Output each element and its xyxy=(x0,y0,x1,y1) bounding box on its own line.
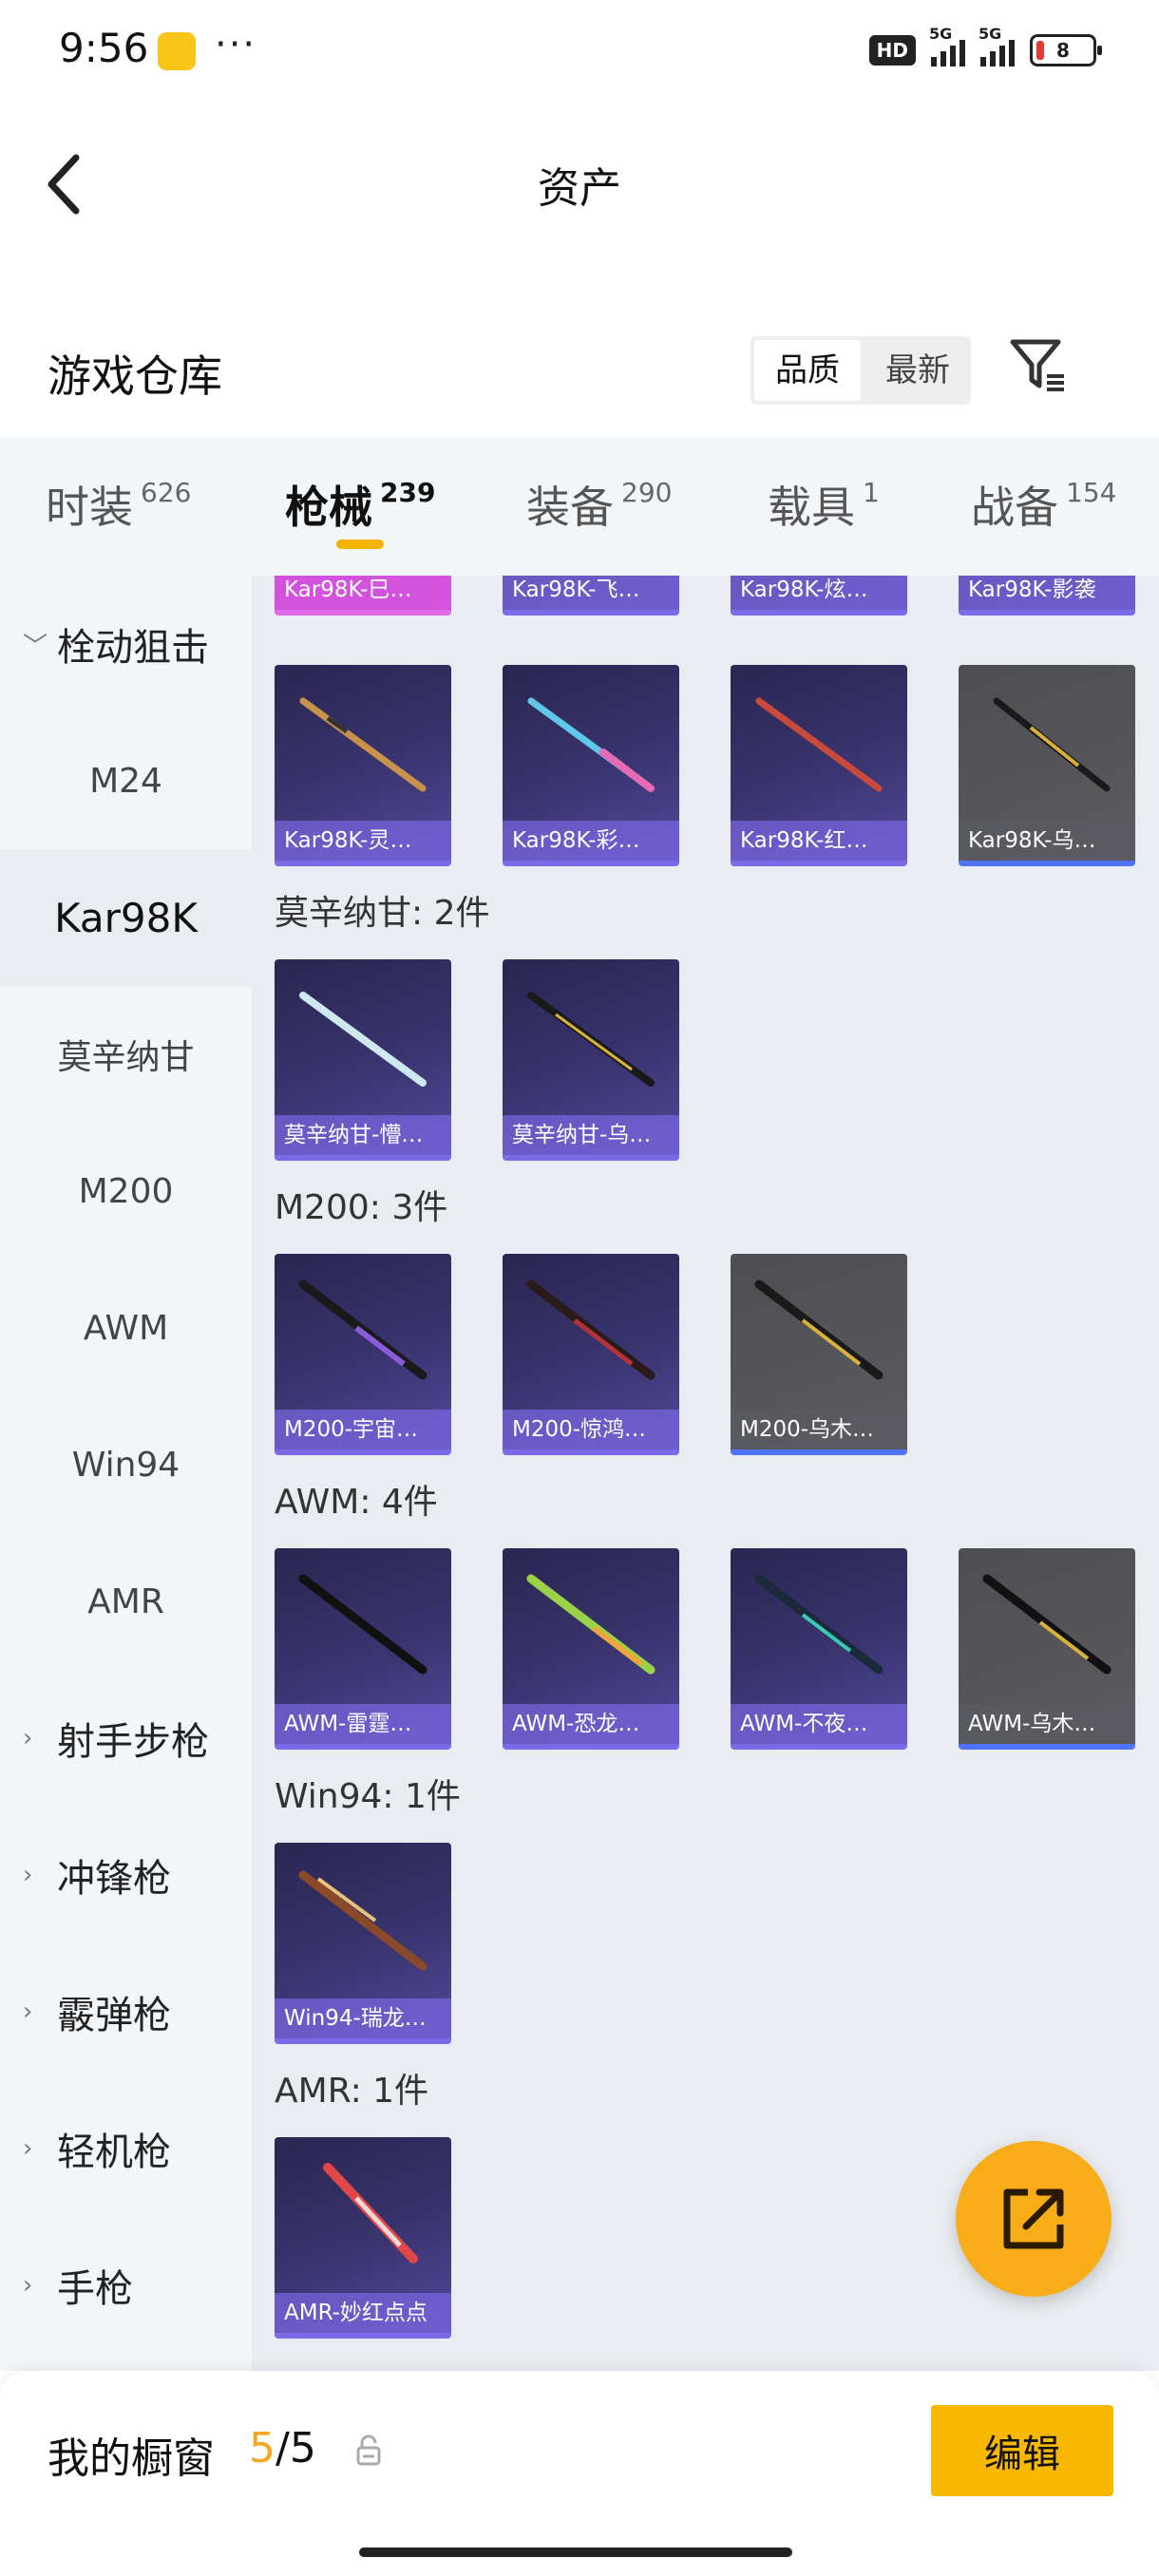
rifle-icon xyxy=(299,992,427,1087)
signal-icon: 5G xyxy=(929,25,965,66)
weapon-grid: Kar98K-巳… Kar98K-飞… Kar98K-炫… Kar98K-影袭 … xyxy=(252,576,1159,2371)
chevron-right-icon: › xyxy=(23,1724,33,1752)
tab-supplies[interactable]: 战备 154 xyxy=(971,473,1116,536)
sidebar-item-amr[interactable]: AMR xyxy=(0,1533,252,1670)
sniper-icon xyxy=(526,1279,656,1380)
sidebar-item-m24[interactable]: M24 xyxy=(0,712,252,849)
page-title: 资产 xyxy=(538,164,621,213)
sort-toggle: 品质 最新 xyxy=(750,336,971,405)
sort-quality-button[interactable]: 品质 xyxy=(754,340,861,401)
weapon-card[interactable]: AMR-妙红点点 xyxy=(275,2137,451,2339)
app-notification-icon xyxy=(158,32,196,70)
group-label-m200: M200: 3件 xyxy=(275,1188,448,1227)
weapon-card[interactable]: Kar98K-飞… xyxy=(503,576,679,616)
sidebar-group-pistol[interactable]: › 手枪 xyxy=(0,2217,252,2354)
nav-bar: 资产 xyxy=(0,104,1159,247)
tab-equipment[interactable]: 装备 290 xyxy=(526,473,672,536)
weapon-card[interactable]: Win94-瑞龙… xyxy=(275,1843,451,2044)
warehouse-title: 游戏仓库 xyxy=(48,350,222,402)
weapon-card[interactable]: Kar98K-乌… xyxy=(959,665,1135,866)
weapon-card[interactable]: Kar98K-巳… xyxy=(275,576,451,616)
weapon-card[interactable]: 莫辛纳甘-乌… xyxy=(503,959,679,1161)
chevron-right-icon: › xyxy=(23,2271,33,2300)
weapon-card[interactable]: M200-惊鸿… xyxy=(503,1254,679,1455)
battery-icon: 8 xyxy=(1030,34,1102,66)
rifle-icon xyxy=(299,697,427,792)
weapon-card[interactable]: Kar98K-灵… xyxy=(275,665,451,866)
sidebar-item-m200[interactable]: M200 xyxy=(0,1123,252,1260)
edit-button[interactable]: 编辑 xyxy=(931,2405,1113,2496)
chevron-right-icon: › xyxy=(23,1998,33,2026)
weapon-card[interactable]: M200-乌木… xyxy=(731,1254,907,1455)
weapon-card[interactable]: Kar98K-红… xyxy=(731,665,907,866)
sniper-icon xyxy=(298,1279,428,1380)
sidebar-group-smg[interactable]: › 冲锋枪 xyxy=(0,1807,252,1943)
signal-icon-2: 5G xyxy=(978,25,1015,66)
rifle-icon xyxy=(298,1870,428,1971)
sidebar-group-marksman[interactable]: › 射手步枪 xyxy=(0,1670,252,1807)
rifle-icon xyxy=(527,992,655,1087)
weapon-card[interactable]: AWM-乌木… xyxy=(959,1548,1135,1750)
share-button[interactable] xyxy=(956,2141,1112,2297)
hd-icon: HD xyxy=(868,35,916,66)
sniper-icon xyxy=(754,1279,884,1380)
filter-icon xyxy=(1010,339,1064,391)
rifle-icon xyxy=(527,697,655,792)
lock-icon xyxy=(356,2434,381,2466)
group-label-awm: AWM: 4件 xyxy=(275,1483,438,1522)
weapon-card[interactable]: AWM-雷霆… xyxy=(275,1548,451,1750)
weapon-card[interactable]: 莫辛纳甘-懵… xyxy=(275,959,451,1161)
group-label-mosin: 莫辛纳甘: 2件 xyxy=(275,894,490,933)
group-label-amr: AMR: 1件 xyxy=(275,2072,429,2111)
rifle-icon xyxy=(755,697,883,792)
showcase-count: 5/5 xyxy=(249,2424,316,2472)
sidebar-group-bolt-action[interactable]: ﹀ 栓动狙击 xyxy=(0,576,252,712)
sniper-icon xyxy=(526,1574,656,1675)
weapon-card[interactable]: Kar98K-影袭 xyxy=(959,576,1135,616)
chevron-right-icon: › xyxy=(23,1861,33,1889)
showcase-bar: 我的橱窗 5/5 编辑 xyxy=(0,2371,1159,2576)
chevron-down-icon: ﹀ xyxy=(23,632,48,661)
category-tabs: 时装 626 枪械 239 装备 290 载具 1 战备 154 xyxy=(0,437,1159,576)
weapon-card[interactable]: Kar98K-炫… xyxy=(731,576,907,616)
sidebar-item-win94[interactable]: Win94 xyxy=(0,1396,252,1533)
sniper-icon xyxy=(754,1574,884,1675)
chevron-right-icon: › xyxy=(23,2134,33,2163)
warehouse-header: 游戏仓库 品质 最新 xyxy=(0,304,1159,437)
sidebar-group-lmg[interactable]: › 轻机枪 xyxy=(0,2080,252,2217)
rifle-icon xyxy=(993,697,1111,792)
tab-firearms[interactable]: 枪械 239 xyxy=(285,473,435,536)
more-notifications-icon: ··· xyxy=(215,23,257,66)
filter-button[interactable] xyxy=(1007,334,1068,395)
tab-fashion[interactable]: 时装 626 xyxy=(46,473,191,536)
status-bar: 9:56 ··· HD 5G 5G 8 xyxy=(0,0,1159,104)
weapon-card[interactable]: M200-宇宙… xyxy=(275,1254,451,1455)
active-tab-indicator xyxy=(336,540,384,549)
showcase-title: 我的橱窗 xyxy=(48,2434,215,2483)
status-time: 9:56 xyxy=(59,25,149,71)
home-indicator[interactable] xyxy=(359,2548,792,2557)
sniper-icon xyxy=(982,1574,1112,1675)
weapon-card[interactable]: Kar98K-彩… xyxy=(503,665,679,866)
share-icon xyxy=(1003,2188,1064,2249)
sidebar-group-shotgun[interactable]: › 霰弹枪 xyxy=(0,1943,252,2080)
sniper-icon xyxy=(323,2163,418,2263)
sidebar-item-mosin[interactable]: 莫辛纳甘 xyxy=(0,986,252,1123)
sidebar-item-kar98k[interactable]: Kar98K xyxy=(0,849,252,986)
sidebar-item-awm[interactable]: AWM xyxy=(0,1260,252,1396)
tab-vehicles[interactable]: 载具 1 xyxy=(768,473,880,536)
group-label-win94: Win94: 1件 xyxy=(275,1777,461,1816)
weapon-card[interactable]: AWM-恐龙… xyxy=(503,1548,679,1750)
weapon-type-sidebar: ﹀ 栓动狙击 M24 Kar98K 莫辛纳甘 M200 AWM Win94 AM… xyxy=(0,576,252,2371)
weapon-card[interactable]: AWM-不夜… xyxy=(731,1548,907,1750)
sniper-icon xyxy=(298,1574,428,1675)
sort-newest-button[interactable]: 最新 xyxy=(864,336,971,405)
